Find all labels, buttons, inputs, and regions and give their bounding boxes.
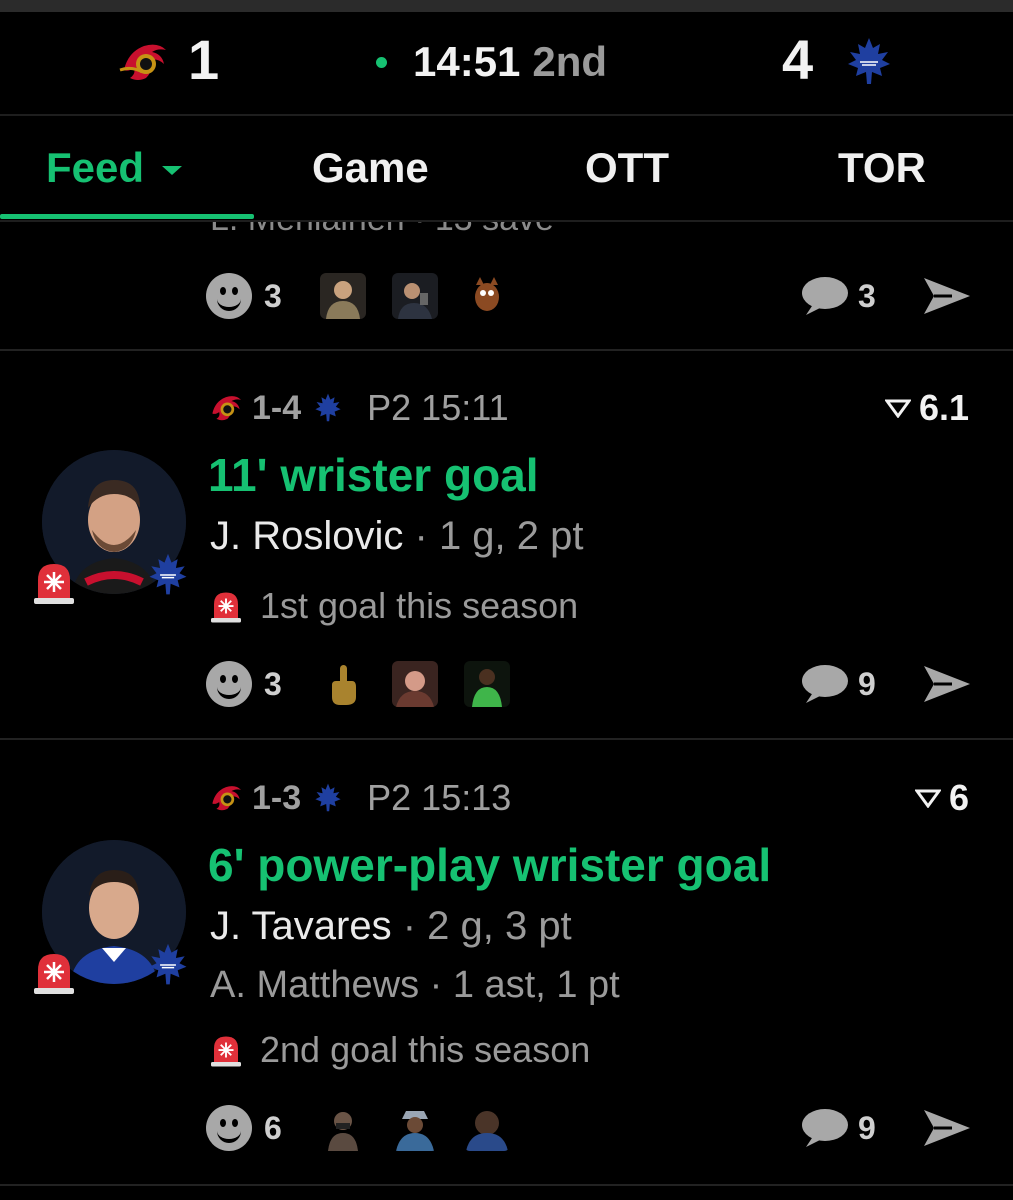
goal-siren-icon [211, 592, 241, 623]
clock-time: 14:51 [413, 38, 521, 85]
comment-bubble-icon [802, 1109, 848, 1147]
senators-mini-logo-icon [212, 786, 241, 811]
reaction-gif-masked-icon[interactable] [320, 1105, 366, 1151]
comment-count: 9 [858, 665, 876, 702]
tab-feed[interactable]: Feed [46, 142, 183, 194]
assist-line: A. Matthews · 1 ast, 1 pt [210, 964, 620, 1007]
tab-game-label: Game [312, 144, 429, 191]
share-send-icon[interactable] [922, 664, 972, 704]
comment-bubble-icon [802, 665, 848, 703]
maple-leafs-logo-icon [848, 38, 890, 84]
goal-headline: 11' wrister goal [208, 449, 539, 501]
rating-value: 6 [948, 777, 969, 818]
tab-game[interactable]: Game [312, 142, 429, 194]
tab-tor[interactable]: TOR [838, 142, 926, 194]
tab-ott[interactable]: OTT [585, 142, 669, 194]
reaction-gif-face-icon[interactable] [392, 661, 438, 707]
scorer-name[interactable]: J. Roslovic [210, 514, 403, 558]
feed-item-meta: 1-4 P2 15:11 [208, 386, 509, 430]
rating-value: 6.1 [918, 387, 969, 428]
add-reaction-smiley-icon[interactable] [206, 1105, 252, 1151]
milestone-line: 2nd goal this season [208, 1028, 590, 1072]
tab-tor-label: TOR [838, 144, 926, 191]
reaction-gif-hat-icon[interactable] [392, 1105, 438, 1151]
feed-item-meta: 1-3 P2 15:13 [208, 776, 511, 820]
maple-leafs-mini-logo-icon [315, 393, 341, 422]
rating-flag-icon [914, 789, 941, 808]
maple-leafs-mini-logo-icon [315, 783, 341, 812]
comment-count: 9 [858, 1109, 876, 1146]
milestone-line: 1st goal this season [208, 584, 578, 628]
tab-feed-label: Feed [46, 144, 145, 191]
comments-button[interactable]: 9 [800, 658, 876, 710]
reaction-gif-cartoon-icon[interactable] [464, 273, 510, 319]
comments-button[interactable]: 3 [800, 270, 876, 322]
add-reaction-smiley-icon[interactable] [206, 661, 252, 707]
live-indicator-icon [376, 56, 387, 68]
reaction-count: 3 [264, 277, 282, 314]
event-rating: 6.1 [884, 386, 969, 430]
event-rating: 6 [914, 776, 969, 820]
milestone-text: 1st goal this season [260, 585, 579, 626]
away-score: 4 [782, 28, 814, 91]
feed-list: L. Merilainen · 13 save 3 3 1-4 P2 15:11… [0, 222, 1013, 1200]
goal-headline: 6' power-play wrister goal [208, 839, 772, 891]
comment-count: 3 [858, 277, 876, 314]
game-clock: 14:51 2nd [376, 38, 608, 85]
chevron-down-icon [162, 165, 183, 175]
score-at-event: 1-3 [252, 778, 302, 817]
scorer-name[interactable]: J. Tavares [210, 904, 392, 948]
reaction-count: 6 [264, 1109, 282, 1146]
tab-bar: Feed Game OTT TOR [0, 116, 1013, 222]
event-time: P2 15:11 [367, 387, 509, 428]
reaction-count: 3 [264, 665, 282, 702]
scorer-line: J. Tavares · 2 g, 3 pt [210, 904, 572, 949]
scorer-stats: · 2 g, 3 pt [402, 904, 572, 948]
feed-divider [0, 1184, 1013, 1186]
share-send-icon[interactable] [922, 276, 972, 316]
goal-siren-icon [34, 954, 74, 994]
active-tab-indicator [0, 214, 254, 219]
add-reaction-smiley-icon[interactable] [206, 273, 252, 319]
comment-bubble-icon [802, 277, 848, 315]
reaction-bar: 3 [206, 270, 510, 322]
team-badge-icon [149, 553, 187, 595]
rating-flag-icon [884, 399, 911, 418]
reaction-gif-man-icon[interactable] [320, 273, 366, 319]
assist-stats: · 1 ast, 1 pt [429, 964, 620, 1006]
feed-item-cut-text: L. Merilainen · 13 save [210, 222, 554, 239]
score-at-event: 1-4 [252, 388, 302, 427]
tab-ott-label: OTT [585, 144, 669, 191]
scorer-stats: · 1 g, 2 pt [414, 514, 584, 558]
share-send-icon[interactable] [922, 1108, 972, 1148]
reaction-middle-finger-icon[interactable] [320, 661, 366, 707]
reaction-gif-player-icon[interactable] [464, 661, 510, 707]
status-bar-strip [0, 0, 1013, 12]
senators-logo-icon [119, 44, 166, 80]
reaction-bar: 3 [206, 658, 510, 710]
period-label: 2nd [532, 38, 608, 85]
assist-name[interactable]: A. Matthews [210, 964, 419, 1006]
reaction-bar: 6 [206, 1102, 510, 1154]
goal-siren-icon [34, 564, 74, 604]
reaction-gif-bald-man-icon[interactable] [464, 1105, 510, 1151]
feed-divider [0, 349, 1013, 351]
team-badge-icon [149, 943, 187, 985]
scoreboard: 1 14:51 2nd 4 [0, 12, 1013, 116]
goal-siren-icon [211, 1036, 241, 1067]
milestone-text: 2nd goal this season [260, 1029, 591, 1070]
feed-divider [0, 738, 1013, 740]
event-time: P2 15:13 [367, 777, 512, 818]
comments-button[interactable]: 9 [800, 1102, 876, 1154]
reaction-gif-phone-icon[interactable] [392, 273, 438, 319]
senators-mini-logo-icon [212, 396, 241, 421]
scorer-line: J. Roslovic · 1 g, 2 pt [210, 514, 584, 559]
home-score: 1 [188, 28, 220, 91]
